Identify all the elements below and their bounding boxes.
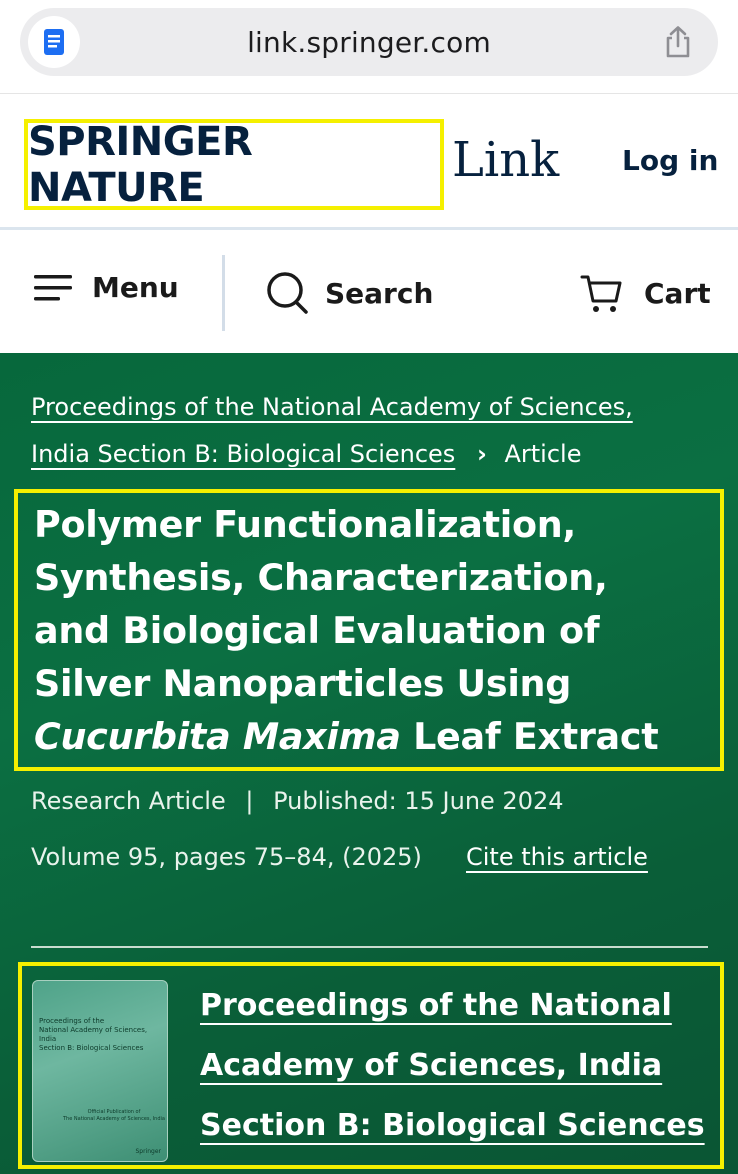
url-text[interactable]: link.springer.com xyxy=(20,26,718,59)
article-meta: Research Article | Published: 15 June 20… xyxy=(31,787,564,815)
browser-toolbar: link.springer.com xyxy=(0,0,738,94)
breadcrumb-journal-link1[interactable]: Proceedings of the National Academy of S… xyxy=(31,393,633,421)
title-line-2: Synthesis, Characterization, xyxy=(34,556,608,599)
breadcrumb-journal-link2[interactable]: India Section B: Biological Sciences xyxy=(31,440,455,468)
journal-link-line2[interactable]: Academy of Sciences, India xyxy=(200,1048,662,1083)
journal-link-line3[interactable]: Section B: Biological Sciences xyxy=(200,1108,705,1143)
search-icon xyxy=(267,272,308,314)
springer-nature-logo[interactable]: SPRINGER NATURE xyxy=(24,118,444,211)
hamburger-icon xyxy=(34,274,72,300)
breadcrumb-current: Article xyxy=(504,440,582,468)
breadcrumb: India Section B: Biological Sciences › A… xyxy=(31,440,581,468)
divider xyxy=(31,946,708,948)
journal-link-line1[interactable]: Proceedings of the National xyxy=(200,988,672,1023)
cover-small-line1: Official Publication of xyxy=(87,1109,141,1115)
article-hero: Proceedings of the National Academy of S… xyxy=(0,353,738,1174)
nav-divider xyxy=(222,255,225,331)
volume-info: Volume 95, pages 75–84, (2025) xyxy=(31,843,422,871)
title-line-5-rest: Leaf Extract xyxy=(400,715,659,758)
menu-label: Menu xyxy=(92,271,179,304)
logo-text: SPRINGER NATURE xyxy=(28,118,253,211)
cover-title: Proceedings of the National Academy of S… xyxy=(39,1017,147,1053)
cart-label: Cart xyxy=(644,276,711,310)
published-date: Published: 15 June 2024 xyxy=(273,787,564,815)
article-type: Research Article xyxy=(31,787,226,815)
journal-info-box: Proceedings of the National Academy of S… xyxy=(18,962,724,1169)
menu-button[interactable]: Menu xyxy=(34,271,179,304)
cover-small-line2: The National Academy of Sciences, India xyxy=(63,1116,165,1122)
cart-button[interactable]: Cart xyxy=(580,271,711,315)
species-name: Cucurbita Maxima xyxy=(34,715,401,758)
breadcrumb-journal-line1[interactable]: Proceedings of the National Academy of S… xyxy=(31,393,633,421)
cover-title-line1: Proceedings of the xyxy=(39,1017,105,1025)
title-line-4: Silver Nanoparticles Using xyxy=(34,662,572,705)
logo-link-wordmark[interactable]: Link xyxy=(452,132,559,188)
search-label: Search xyxy=(325,276,434,310)
site-header: SPRINGER NATURE Link Log in xyxy=(0,94,738,230)
journal-cover-image[interactable]: Proceedings of the National Academy of S… xyxy=(32,980,168,1162)
address-bar[interactable]: link.springer.com xyxy=(20,8,718,76)
cover-title-line3: India xyxy=(39,1035,57,1043)
cover-title-line2: National Academy of Sciences, xyxy=(39,1026,148,1034)
cover-subtitle: Official Publication of The National Aca… xyxy=(63,1109,165,1123)
title-line-1: Polymer Functionalization, xyxy=(34,503,576,546)
search-button[interactable]: Search xyxy=(265,271,433,315)
nav-bar: Menu Search Cart xyxy=(0,233,738,353)
cover-title-line4: Section B: Biological Sciences xyxy=(39,1044,144,1052)
meta-separator: | xyxy=(245,787,254,815)
cover-publisher: Springer xyxy=(135,1148,161,1155)
title-line-3: and Biological Evaluation of xyxy=(34,609,600,652)
chevron-right-icon: › xyxy=(476,440,487,468)
login-link[interactable]: Log in xyxy=(622,144,718,177)
cart-icon xyxy=(580,275,622,312)
share-icon[interactable] xyxy=(660,24,696,60)
title-line-5: Cucurbita Maxima Leaf Extract xyxy=(34,715,659,758)
cite-article-link[interactable]: Cite this article xyxy=(466,843,648,871)
article-title-box: Polymer Functionalization, Synthesis, Ch… xyxy=(14,489,724,771)
